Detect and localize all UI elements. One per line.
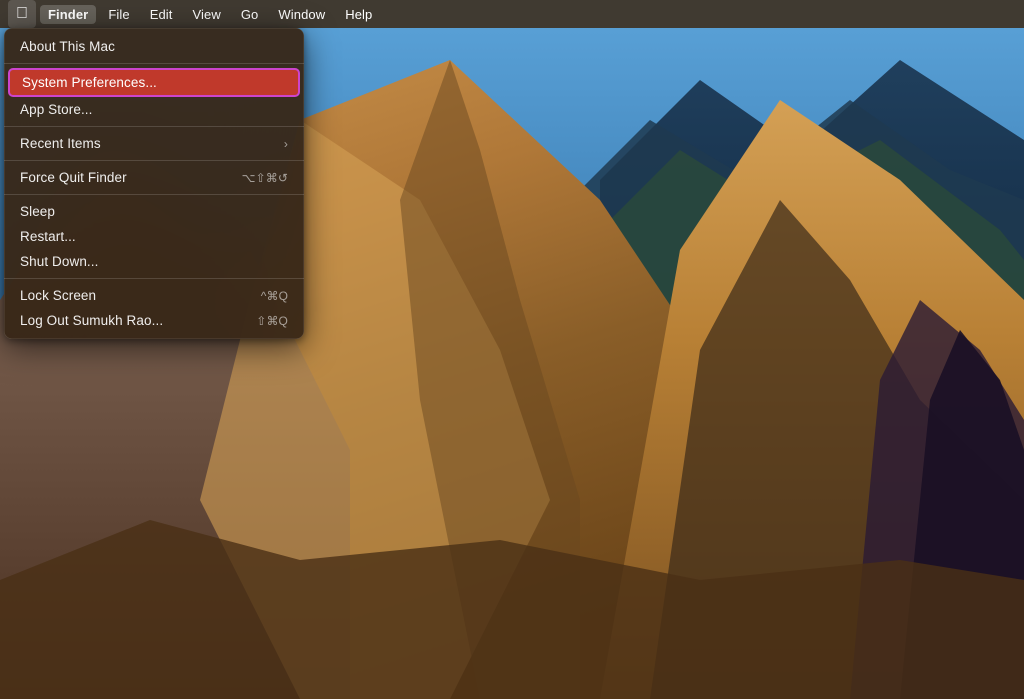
menu-item-recent-items[interactable]: Recent Items › xyxy=(4,131,304,156)
menu-item-about-label: About This Mac xyxy=(20,39,115,54)
menu-item-app-store[interactable]: App Store... xyxy=(4,97,304,122)
menu-item-lock-screen[interactable]: Lock Screen ^⌘Q xyxy=(4,283,304,308)
menu-item-sleep[interactable]: Sleep xyxy=(4,199,304,224)
menubar-finder[interactable]: Finder xyxy=(40,5,96,24)
menubar:  Finder File Edit View Go Window Help xyxy=(0,0,1024,28)
menu-item-recent-label: Recent Items xyxy=(20,136,101,151)
menubar-view[interactable]: View xyxy=(185,5,229,24)
menu-separator-4 xyxy=(4,194,304,195)
menubar-help[interactable]: Help xyxy=(337,5,380,24)
menubar-edit[interactable]: Edit xyxy=(142,5,181,24)
menubar-go[interactable]: Go xyxy=(233,5,267,24)
menu-separator-3 xyxy=(4,160,304,161)
menu-item-logout[interactable]: Log Out Sumukh Rao... ⇧⌘Q xyxy=(4,308,304,333)
menubar-file[interactable]: File xyxy=(100,5,137,24)
logout-shortcut: ⇧⌘Q xyxy=(256,314,288,328)
menu-item-appstore-label: App Store... xyxy=(20,102,93,117)
menu-item-shutdown[interactable]: Shut Down... xyxy=(4,249,304,274)
menu-item-forcequit-label: Force Quit Finder xyxy=(20,170,127,185)
menu-separator-2 xyxy=(4,126,304,127)
menu-item-lockscreen-label: Lock Screen xyxy=(20,288,96,303)
menu-separator-1 xyxy=(4,63,304,64)
force-quit-shortcut: ⌥⇧⌘↺ xyxy=(242,171,288,185)
menu-item-shutdown-label: Shut Down... xyxy=(20,254,99,269)
menu-item-about[interactable]: About This Mac xyxy=(4,34,304,59)
menu-item-restart-label: Restart... xyxy=(20,229,76,244)
recent-items-chevron-icon: › xyxy=(284,137,288,151)
menu-item-logout-label: Log Out Sumukh Rao... xyxy=(20,313,163,328)
menu-item-restart[interactable]: Restart... xyxy=(4,224,304,249)
menu-separator-5 xyxy=(4,278,304,279)
menu-item-force-quit[interactable]: Force Quit Finder ⌥⇧⌘↺ xyxy=(4,165,304,190)
lock-screen-shortcut: ^⌘Q xyxy=(261,289,288,303)
menubar-window[interactable]: Window xyxy=(270,5,333,24)
apple-dropdown-menu: About This Mac System Preferences... App… xyxy=(4,28,304,339)
menu-item-sleep-label: Sleep xyxy=(20,204,55,219)
apple-menu-button[interactable]:  xyxy=(8,0,36,28)
menu-item-system-preferences[interactable]: System Preferences... xyxy=(8,68,300,97)
menu-item-sysprefs-label: System Preferences... xyxy=(22,75,157,90)
